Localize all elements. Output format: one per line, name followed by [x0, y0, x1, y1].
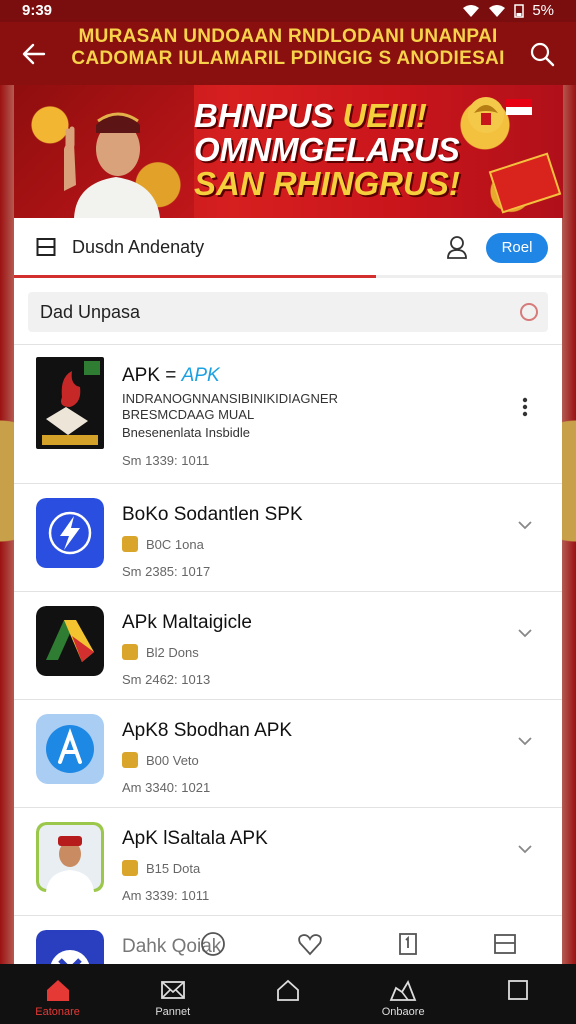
- app-icon-portrait: [36, 822, 104, 892]
- share-icon: [389, 979, 417, 1001]
- list-item[interactable]: Dahk Qoiak: [14, 915, 562, 964]
- app-name: ApK lSaltala APK: [122, 828, 268, 849]
- search-input[interactable]: Dad Unpasa: [28, 292, 548, 332]
- app-rating: Bl2 Dons: [122, 644, 199, 660]
- status-bar: 9:39 5%: [0, 0, 576, 22]
- signal-icon: [489, 4, 506, 17]
- chevron-down-icon[interactable]: [518, 518, 532, 532]
- app-store-icon: [36, 714, 104, 784]
- app-meta: Am 3339: 1011: [122, 888, 210, 903]
- app-name: BoKo Sodantlen SPK: [122, 504, 303, 525]
- banner-headline-line-1: BHNPUS UEIII!: [194, 99, 464, 133]
- app-icon-multicolor: [36, 606, 104, 676]
- promo-banner[interactable]: BHNPUS UEIII! OMNMGELARUS SAN RHINGRUS!: [14, 85, 563, 218]
- user-icon[interactable]: [446, 235, 468, 259]
- nav-item-home[interactable]: Eatonare: [8, 964, 108, 1018]
- app-bar: MURASAN UNDOAAN RNDLODANI UNANPAI CADOMA…: [0, 22, 576, 85]
- page-title: MURASAN UNDOAAN RNDLODANI UNANPAI CADOMA…: [64, 26, 512, 70]
- nav-item-house[interactable]: [238, 964, 338, 1006]
- title-line-1: MURASAN UNDOAAN RNDLODANI UNANPAI: [78, 26, 498, 47]
- banner-person-image: [64, 112, 160, 218]
- nav-label: Eatonare: [35, 1006, 80, 1018]
- app-name-prefix: APK =: [122, 365, 182, 386]
- status-time: 9:39: [22, 2, 53, 19]
- more-vertical-icon[interactable]: [522, 397, 528, 417]
- square-icon: [508, 980, 529, 1000]
- app-icon-apk: [36, 357, 104, 449]
- banner-headline: BHNPUS UEIII! OMNMGELARUS SAN RHINGRUS!: [194, 99, 464, 201]
- nav-label: Pannet: [155, 1006, 191, 1018]
- search-value: Dad Unpasa: [40, 302, 141, 322]
- house-outline-icon: [277, 979, 299, 1001]
- app-name: APK = APK: [122, 365, 220, 387]
- app-meta: Am 3340: 1021: [122, 780, 211, 795]
- document-icon[interactable]: [395, 931, 421, 957]
- home-icon: [46, 980, 69, 1001]
- battery-percent: 5%: [532, 2, 554, 19]
- chevron-down-icon[interactable]: [518, 734, 532, 748]
- app-rating-text: B0C 1ona: [146, 536, 204, 552]
- app-rating-text: Bl2 Dons: [146, 644, 199, 660]
- banner-headline-line-3: SAN RHINGRUS!: [194, 165, 460, 202]
- app-name-accent: APK: [181, 365, 220, 386]
- app-meta: Sm 2462: 1013: [122, 672, 211, 687]
- list-item[interactable]: APk Maltaigicle Bl2 Dons Sm 2462: 1013: [14, 591, 562, 699]
- app-name: ApK8 Sbodhan APK: [122, 720, 293, 741]
- floating-tab-icons: [164, 928, 554, 960]
- progress-bar: [14, 275, 562, 278]
- app-meta: Sm 1339: 1011: [122, 453, 210, 468]
- garuda-emblem-icon: [468, 97, 504, 133]
- nav-item-square[interactable]: [468, 964, 568, 1006]
- app-icon-partial: [36, 930, 104, 964]
- app-rating-text: B15 Dota: [146, 860, 201, 876]
- app-rating: B15 Dota: [122, 860, 200, 876]
- primary-button[interactable]: Roel: [486, 233, 548, 263]
- app-description-line-1: INDRANOGNNANSIBINIKIDIAGNER: [122, 391, 338, 406]
- progress-fill: [14, 275, 376, 278]
- app-meta: Sm 2385: 1017: [122, 564, 211, 579]
- app-list: APK = APK INDRANOGNNANSIBINIKIDIAGNER BR…: [14, 344, 562, 964]
- list-item[interactable]: APK = APK INDRANOGNNANSIBINIKIDIAGNER BR…: [14, 344, 562, 483]
- badge-icon: [122, 752, 138, 768]
- loading-circle-icon: [520, 303, 538, 321]
- banner-headline-line-2: OMNMGELARUS: [194, 131, 460, 168]
- title-line-2: CADOMAR IULAMARIL PDINGIG S ANODIESAI: [71, 48, 505, 69]
- banner-line-1-yellow: UEIII!: [342, 97, 427, 134]
- circle-outline-icon[interactable]: [200, 931, 226, 957]
- main-panel: Dusdn Andenaty Roel Dad Unpasa APK = APK…: [14, 218, 562, 964]
- menu-icon[interactable]: [36, 237, 56, 257]
- app-name: APk Maltaigicle: [122, 612, 252, 633]
- app-description-line-2: BRESMCDAAG MUAL: [122, 407, 255, 422]
- banner-line-1-white: BHNPUS: [194, 97, 343, 134]
- chevron-down-icon[interactable]: [518, 842, 532, 856]
- bottom-navigation: Eatonare Pannet Onbaore: [0, 964, 576, 1024]
- app-rating: B0C 1ona: [122, 536, 204, 552]
- content-toolbar: Dusdn Andenaty Roel: [14, 218, 562, 278]
- nav-item-share[interactable]: Onbaore: [353, 964, 453, 1018]
- list-item[interactable]: BoKo Sodantlen SPK B0C 1ona Sm 2385: 101…: [14, 483, 562, 591]
- chevron-down-icon[interactable]: [518, 626, 532, 640]
- wifi-icon: [463, 4, 480, 17]
- search-icon[interactable]: [528, 40, 556, 68]
- back-arrow-icon[interactable]: [20, 40, 48, 68]
- flag-icon: [506, 99, 532, 115]
- badge-icon: [122, 536, 138, 552]
- toolbar-label: Dusdn Andenaty: [72, 237, 205, 257]
- badge-icon: [122, 860, 138, 876]
- badge-icon: [122, 644, 138, 660]
- battery-icon: [514, 3, 525, 18]
- list-item[interactable]: ApK lSaltala APK B15 Dota Am 3339: 1011: [14, 807, 562, 915]
- panel-icon[interactable]: [492, 931, 518, 957]
- status-icons: 5%: [462, 2, 554, 19]
- app-icon-lightning: [36, 498, 104, 568]
- heart-icon[interactable]: [297, 931, 323, 957]
- nav-item-messages[interactable]: Pannet: [123, 964, 223, 1018]
- app-rating-text: B00 Veto: [146, 752, 199, 768]
- app-rating: B00 Veto: [122, 752, 199, 768]
- app-description-line-3: Bnesenenlata Insbidle: [122, 425, 250, 440]
- list-item[interactable]: ApK8 Sbodhan APK B00 Veto Am 3340: 1021: [14, 699, 562, 807]
- nav-label: Onbaore: [381, 1006, 425, 1018]
- envelope-icon: [160, 981, 185, 999]
